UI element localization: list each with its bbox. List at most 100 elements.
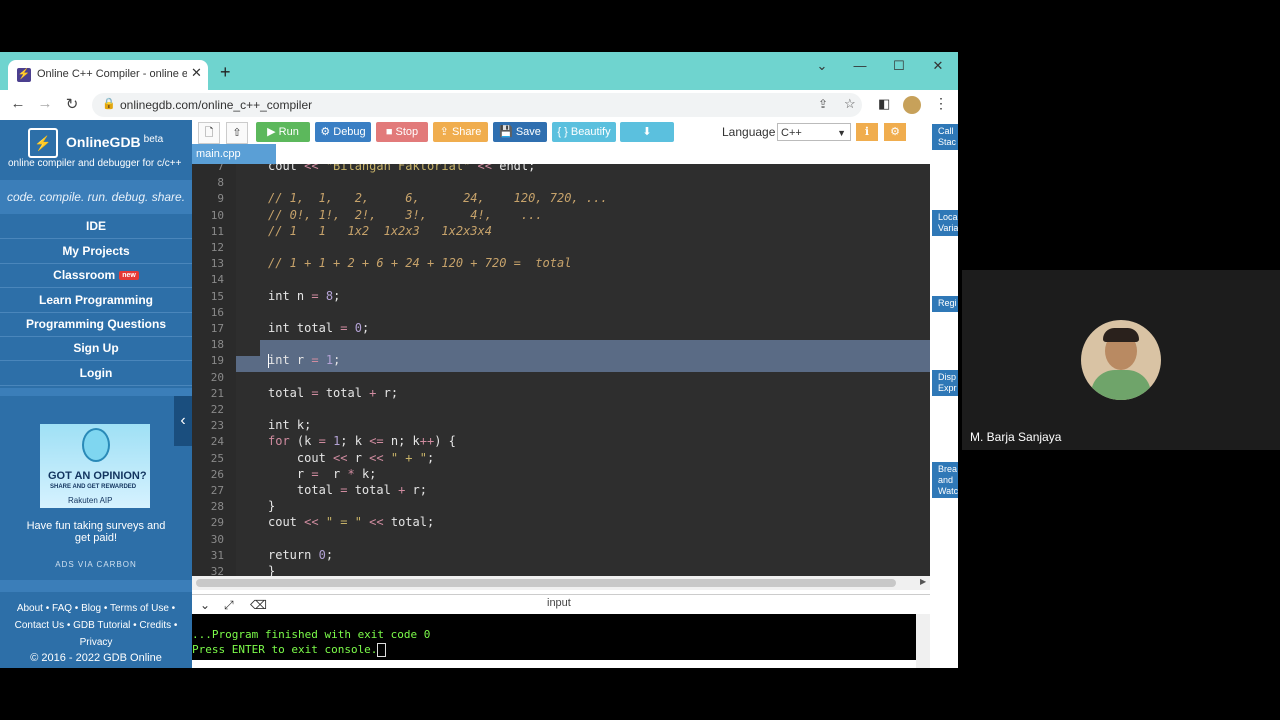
console-output[interactable]: ...Program finished with exit code 0 Pre…	[192, 614, 916, 660]
onlinegdb-icon: ⚡	[17, 68, 31, 82]
sidebar: ⚡ OnlineGDB beta online compiler and debu…	[0, 120, 192, 668]
sidepanel-icon[interactable]: ◧	[878, 96, 890, 112]
reload-icon[interactable]: ↻	[62, 95, 82, 113]
ad-brand: Rakuten AIP	[68, 496, 113, 505]
chevron-down-icon[interactable]: ⌄	[200, 598, 210, 612]
line-number: 15	[210, 289, 224, 303]
close-icon[interactable]: ✕	[191, 65, 202, 81]
window-close-icon[interactable]: ✕	[927, 58, 949, 74]
console-scrollbar[interactable]	[916, 614, 930, 668]
code-line: for (k = 1; k <= n; k++) {	[268, 434, 456, 449]
participant-name: M. Barja Sanjaya	[970, 430, 1062, 444]
registers-panel[interactable]: Regi	[932, 296, 958, 312]
copyright: © 2016 - 2022 GDB Online	[30, 652, 162, 664]
ad-image[interactable]: GOT AN OPINION? SHARE AND GET REWARDED R…	[40, 424, 150, 508]
upload-icon[interactable]: ⇧	[226, 122, 248, 144]
line-number: 25	[210, 451, 224, 465]
logo[interactable]: ⚡ OnlineGDB beta online compiler and debu…	[0, 120, 192, 178]
debug-button[interactable]: ⚙ Debug	[315, 122, 371, 142]
profile-avatar[interactable]	[903, 96, 921, 114]
line-number: 30	[210, 532, 224, 546]
footer-line[interactable]: Privacy	[0, 634, 192, 651]
brand-name: OnlineGDB beta	[66, 134, 164, 150]
line-number: 26	[210, 467, 224, 481]
line-number: 20	[210, 370, 224, 384]
code-line: // 0!, 1!, 2!, 3!, 4!, ...	[268, 207, 543, 222]
line-number: 24	[210, 435, 224, 449]
share-icon[interactable]: ⇪	[818, 97, 828, 111]
nav-classroom[interactable]: Classroom new	[0, 263, 192, 288]
display-expressions-panel[interactable]: Disp Expr	[932, 370, 958, 396]
save-button[interactable]: 💾 Save	[493, 122, 547, 142]
divider	[0, 580, 192, 592]
avatar-hair	[1103, 328, 1139, 342]
lock-icon: 🔒	[102, 98, 116, 110]
code-line: }	[268, 564, 276, 576]
line-number: 19	[210, 354, 224, 368]
stop-button[interactable]: ■ Stop	[376, 122, 428, 142]
footer-links[interactable]: About • FAQ • Blog • Terms of Use • Cont…	[0, 600, 192, 651]
nav-sign-up[interactable]: Sign Up	[0, 336, 192, 361]
lightbulb-icon	[82, 428, 110, 462]
nav-learn-programming[interactable]: Learn Programming	[0, 288, 192, 313]
code-line: int k;	[268, 418, 312, 433]
nav-ide[interactable]: IDE	[0, 214, 192, 239]
line-number: 9	[217, 192, 224, 206]
new-file-icon[interactable]: 🗋	[198, 122, 220, 144]
download-icon[interactable]: ⬇	[620, 122, 674, 142]
code-line: cout << r << " + ";	[268, 450, 435, 465]
brand-subtitle: online compiler and debugger for c/c++	[8, 158, 182, 169]
code-editor[interactable]: 7 cout << "Bilangan Faktorial" << endl; 8 9…	[192, 164, 930, 576]
info-icon[interactable]: ℹ	[856, 123, 878, 141]
code-line: r = r * k;	[268, 466, 377, 481]
participant-avatar	[1081, 320, 1161, 400]
breakpoints-watch-panel[interactable]: Brea and Watc	[932, 462, 958, 498]
footer-line[interactable]: Contact Us • GDB Tutorial • Credits •	[0, 617, 192, 634]
maximize-icon[interactable]: ☐	[888, 58, 910, 74]
chevron-down-icon[interactable]: ⌄	[811, 58, 833, 74]
menu-kebab-icon[interactable]: ⋮	[934, 95, 948, 112]
call-stack-panel[interactable]: Call Stac	[932, 124, 958, 150]
browser-tab[interactable]: ⚡ Online C++ Compiler - online ed ✕	[8, 60, 208, 90]
clear-console-icon[interactable]: ⌫	[250, 598, 267, 612]
horizontal-scrollbar[interactable]: ▶	[192, 576, 930, 590]
share-button[interactable]: ⇪ Share	[433, 122, 488, 142]
collapse-sidebar-icon[interactable]: ‹	[174, 396, 192, 446]
address-bar-row: ← → ↻ 🔒 onlinegdb.com/online_c++_compile…	[0, 90, 958, 121]
new-tab-icon[interactable]: +	[220, 62, 231, 83]
site: ⚡ OnlineGDB beta online compiler and debu…	[0, 120, 958, 668]
address-bar[interactable]: 🔒 onlinegdb.com/online_c++_compiler ⇪ ☆	[92, 93, 862, 117]
expand-icon[interactable]: ⤢	[224, 598, 234, 613]
bookmark-star-icon[interactable]: ☆	[844, 96, 856, 112]
back-arrow-icon[interactable]: ←	[8, 95, 28, 112]
footer-line[interactable]: About • FAQ • Blog • Terms of Use •	[0, 600, 192, 617]
nav-my-projects[interactable]: My Projects	[0, 239, 192, 264]
line-number: 27	[210, 484, 224, 497]
ad-text[interactable]: Have fun taking surveys and get paid!	[22, 520, 170, 544]
line-number: 22	[210, 403, 224, 416]
minimize-icon[interactable]: —	[849, 58, 871, 73]
run-button[interactable]: ▶ Run	[256, 122, 310, 142]
forward-arrow-icon[interactable]: →	[35, 95, 55, 112]
gear-icon[interactable]: ⚙	[884, 123, 906, 141]
console-line: ...Program finished with exit code 0	[192, 628, 431, 641]
local-variables-panel[interactable]: Loca Varia	[932, 210, 958, 236]
line-number: 29	[210, 516, 224, 530]
file-tab-main[interactable]: main.cpp	[192, 144, 276, 164]
console-line: Press ENTER to exit console.	[192, 643, 387, 657]
code-line: cout << "Bilangan Faktorial" << endl;	[268, 164, 536, 173]
scroll-thumb[interactable]	[196, 579, 896, 587]
ad-sub: SHARE AND GET REWARDED	[50, 484, 137, 490]
selection-highlight	[236, 356, 260, 372]
ad-via[interactable]: ADS VIA CARBON	[0, 560, 192, 569]
beautify-button[interactable]: { } Beautify	[552, 122, 616, 142]
debug-panel: Call Stac Loca Varia Regi Disp Expr Brea…	[930, 120, 958, 668]
nav-login[interactable]: Login	[0, 361, 192, 386]
code-line: total = total + r;	[268, 483, 427, 497]
ad-headline: GOT AN OPINION?	[48, 470, 147, 482]
scroll-right-icon[interactable]: ▶	[920, 577, 926, 586]
nav-programming-questions[interactable]: Programming Questions	[0, 312, 192, 337]
line-number: 13	[210, 257, 224, 271]
language-select[interactable]: C++ ▼	[777, 123, 851, 141]
code-line: cout << " = " << total;	[268, 515, 435, 530]
